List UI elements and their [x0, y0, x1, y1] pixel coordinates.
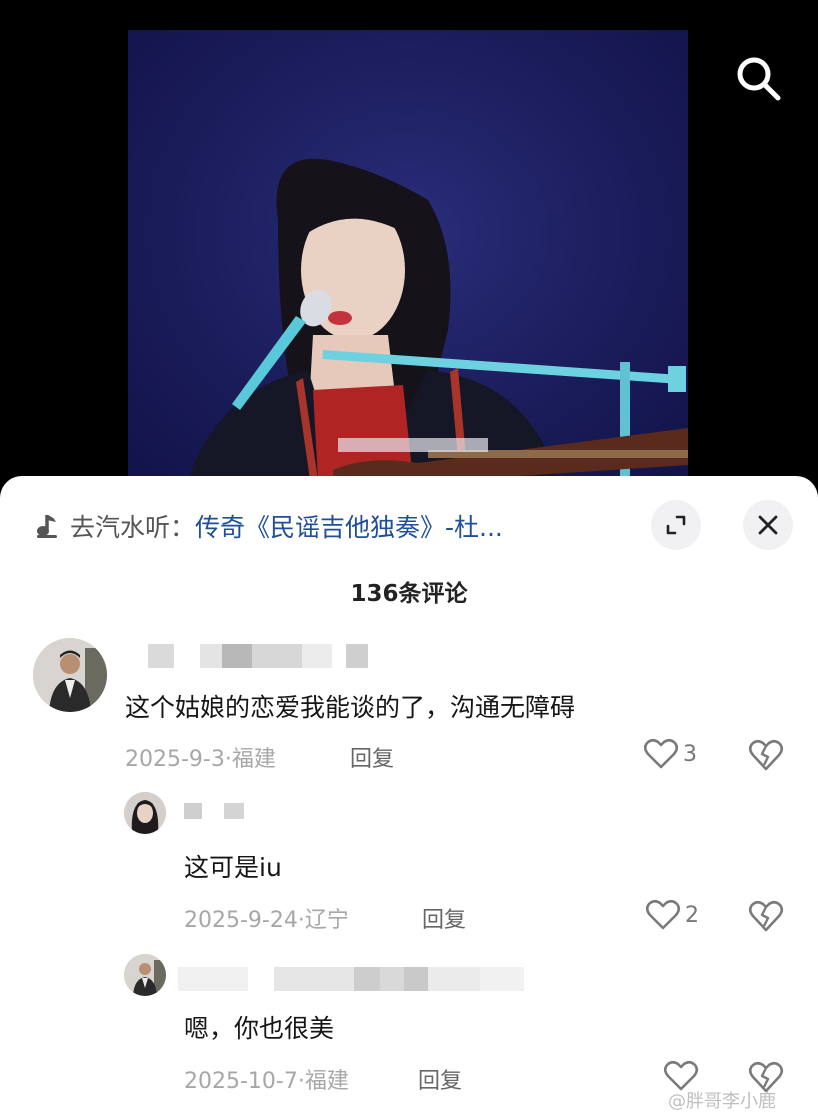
music-note-icon	[37, 515, 57, 538]
heart-outline-icon	[643, 738, 679, 769]
reply-button[interactable]: 回复	[418, 1063, 462, 1095]
avatar[interactable]	[124, 792, 166, 834]
watermark: @胖哥李小鹿	[668, 1091, 776, 1112]
reply-button[interactable]: 回复	[350, 741, 394, 773]
like-button[interactable]: 3	[643, 738, 697, 770]
expand-button[interactable]	[651, 500, 701, 550]
dislike-button[interactable]	[748, 738, 784, 772]
comment-sheet: 去汽水听： 传奇《民谣吉他独奏》-杜... 136条评论 这个姑娘的恋爱我能谈的…	[0, 476, 818, 1117]
dislike-button[interactable]	[748, 899, 784, 933]
reply-meta: 2025-10-7·福建	[184, 1069, 349, 1094]
username-blurred	[178, 967, 524, 991]
avatar[interactable]	[124, 954, 166, 996]
search-button[interactable]	[732, 52, 784, 104]
music-prefix: 去汽水听：	[70, 513, 196, 542]
avatar-image	[33, 638, 107, 712]
comment-meta: 2025-9-3·福建	[125, 747, 276, 772]
comment-text: 这个姑娘的恋爱我能谈的了，沟通无障碍	[125, 693, 576, 722]
like-count: 3	[683, 741, 697, 767]
music-title[interactable]: 传奇《民谣吉他独奏》-杜...	[195, 508, 503, 544]
performer-image	[188, 158, 688, 480]
like-count: 2	[685, 902, 699, 928]
avatar[interactable]	[33, 638, 107, 712]
expand-icon	[666, 515, 686, 535]
search-icon	[737, 57, 781, 101]
reply-meta: 2025-9-24·辽宁	[184, 908, 349, 933]
close-button[interactable]	[743, 500, 793, 550]
reply-text: 嗯，你也很美	[184, 1014, 335, 1043]
avatar-image	[124, 954, 166, 996]
username-blurred	[148, 644, 370, 668]
like-button[interactable]: 2	[645, 899, 699, 931]
username-blurred	[184, 799, 246, 823]
broken-heart-icon	[748, 900, 784, 932]
comment-count: 136条评论	[350, 581, 468, 607]
close-icon	[758, 515, 778, 535]
avatar-image	[124, 792, 166, 834]
reply-button[interactable]: 回复	[422, 902, 466, 934]
heart-outline-icon	[645, 899, 681, 930]
reply-text: 这可是iu	[184, 853, 282, 882]
broken-heart-icon	[748, 739, 784, 771]
music-link[interactable]: 去汽水听： 传奇《民谣吉他独奏》-杜...	[34, 506, 503, 546]
video-player[interactable]	[0, 0, 818, 480]
video-frame[interactable]	[128, 30, 688, 480]
